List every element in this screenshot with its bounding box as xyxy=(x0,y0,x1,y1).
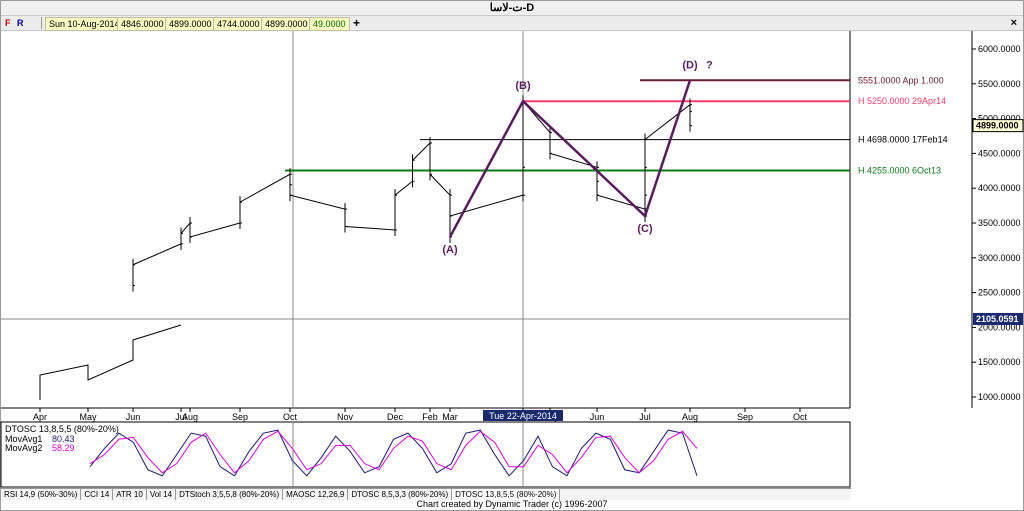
y-tick-label: 5500.0000 xyxy=(978,79,1021,89)
level-label: H 4255.0000 6Oct13 xyxy=(858,165,941,175)
x-tick-label: Sep xyxy=(737,412,753,422)
x-tick-label: Aug xyxy=(682,412,698,422)
y-tick-label: 4500.0000 xyxy=(978,148,1021,158)
x-tick-label: Jul xyxy=(639,412,651,422)
cursor-date-label: Tue 22-Apr-2014 xyxy=(489,411,557,421)
x-tick-label: Oct xyxy=(283,412,298,422)
y-tick-label: 1000.0000 xyxy=(978,392,1021,402)
x-tick-label: Oct xyxy=(793,412,808,422)
oscillator-title: DTOSC 13,8,5,5 (80%-20%) xyxy=(5,424,119,434)
x-tick-label: Jun xyxy=(126,412,141,422)
upper-pane-price-label: 2105.0591 xyxy=(976,314,1019,324)
y-tick-label: 1500.0000 xyxy=(978,357,1021,367)
x-tick-label: Apr xyxy=(33,412,47,422)
price-pane xyxy=(1,31,850,408)
y-tick-label: 3000.0000 xyxy=(978,253,1021,263)
x-tick-label: Sep xyxy=(232,412,248,422)
chart-credit: Chart created by Dynamic Trader (c) 1996… xyxy=(416,499,608,509)
wave-label: (B) xyxy=(515,80,531,92)
oscillator-legend-name: MovAvg2 xyxy=(5,443,42,453)
level-label: 5551.0000 App 1.000 xyxy=(858,75,944,85)
x-tick-label: Jun xyxy=(590,412,605,422)
x-tick-label: May xyxy=(79,412,97,422)
y-tick-label: 3500.0000 xyxy=(978,218,1021,228)
x-tick-label: Nov xyxy=(337,412,354,422)
oscillator-legend-value: 58.29 xyxy=(52,443,75,453)
level-label: H 4698.0000 17Feb14 xyxy=(858,135,948,145)
wave-question-mark: ? xyxy=(706,59,713,71)
price-chart: 6000.00005500.00005000.00004500.00004000… xyxy=(0,31,1024,488)
y-tick-label: 2500.0000 xyxy=(978,288,1021,298)
x-tick-label: Feb xyxy=(422,412,438,422)
x-tick-label: Mar xyxy=(442,412,458,422)
last-price-label: 4899.0000 xyxy=(976,121,1019,131)
wave-label: (A) xyxy=(442,244,458,256)
wave-label: (D) xyxy=(682,59,698,71)
level-label: H 5250.0000 29Apr14 xyxy=(858,96,946,106)
x-tick-label: Aug xyxy=(182,412,198,422)
y-tick-label: 4000.0000 xyxy=(978,183,1021,193)
wave-label: (C) xyxy=(637,223,653,235)
y-tick-label: 6000.0000 xyxy=(978,44,1021,54)
x-tick-label: Dec xyxy=(387,412,404,422)
